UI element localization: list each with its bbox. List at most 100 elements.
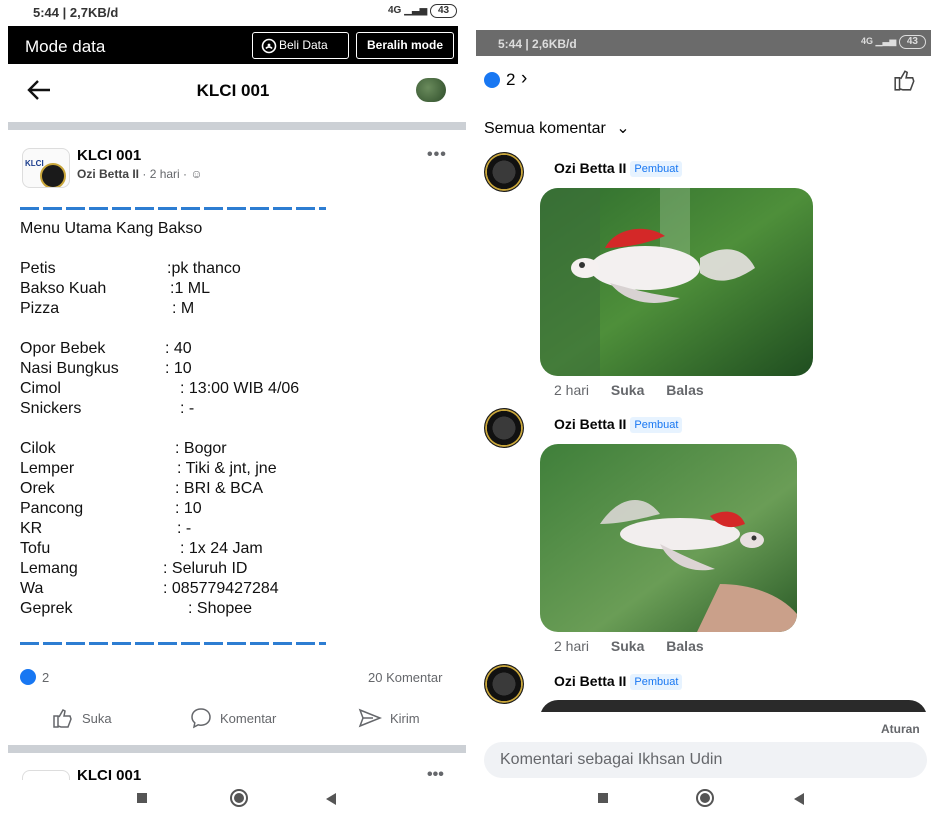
post-meta: Ozi Betta II · 2 hari · ☺ [77,167,203,181]
comment-like-button[interactable]: Suka [611,382,644,398]
menu-row: Tofu: 1x 24 Jam [20,540,263,558]
comment-count[interactable]: 20 Komentar [368,670,442,685]
status-icons: 4G ▁▃▅ 43 [388,4,458,18]
menu-row: Orek: BRI & BCA [20,480,263,498]
battery-icon: 43 [898,35,926,49]
post-screen: 5:44 | 2,7KB/d 4G ▁▃▅ 43 Mode data Beli … [0,0,466,814]
menu-row-key: Pizza [20,300,60,317]
menu-row: Pizza : M [20,300,194,318]
menu-row-key: Wa [20,580,44,597]
comment-author-name: Ozi Betta II [554,673,627,689]
menu-row-key: Tofu [20,540,51,557]
battery-icon: 43 [429,4,458,18]
author-avatar [40,163,66,187]
like-reaction-icon [484,72,500,88]
send-button[interactable]: Kirim [358,708,420,728]
status-bar: 5:44 | 2,6KB/d 4G ▁▃▅ 43 [476,30,931,56]
like-count: 2 [506,70,516,89]
menu-row-value: : Tiki & jnt, jne [177,460,277,477]
back-nav-icon[interactable] [326,793,336,805]
thumbs-up-icon[interactable] [893,68,917,92]
chevron-down-icon: ⌄ [616,120,630,137]
send-label: Kirim [390,711,420,726]
menu-row-key: Cilok [20,440,56,457]
commenter-avatar[interactable] [484,664,524,704]
menu-row: Bakso Kuah:1 ML [20,280,210,298]
menu-row: Lemper: Tiki & jnt, jne [20,460,277,478]
like-button[interactable]: Suka [52,709,112,728]
comment-meta: 2 hari Suka Balas [554,638,722,654]
comment-label: Komentar [220,711,277,726]
menu-row: Lemang: Seluruh ID [20,560,247,578]
menu-row-value: : Seluruh ID [163,560,248,577]
menu-row: Cilok : Bogor [20,440,227,458]
rules-link[interactable]: Aturan [881,722,920,736]
home-icon[interactable] [230,789,248,807]
comment-like-button[interactable]: Suka [611,638,644,654]
comment-sort[interactable]: Semua komentar ⌄ [484,118,630,138]
post-heading: Menu Utama Kang Bakso [20,220,203,237]
menu-row-key: Snickers [20,400,82,417]
post-author[interactable]: Ozi Betta II [77,167,139,181]
menu-row-value: : - [177,520,192,537]
comment-image[interactable] [540,188,813,376]
commenter-avatar[interactable] [484,152,524,192]
more-icon[interactable]: ••• [427,146,447,164]
comment-button[interactable]: Komentar [190,708,277,729]
beli-data-icon [261,38,277,54]
menu-row-key: Cimol [20,380,61,397]
commenter-avatar[interactable] [484,408,524,448]
menu-row-value: : Shopee [188,600,253,617]
status-time: 5:44 | 2,6KB/d [498,37,577,51]
menu-row-key: KR [20,520,43,537]
comment-time: 2 hari [554,638,590,654]
avatar[interactable] [416,78,446,102]
comment-author[interactable]: Ozi Betta II Pembuat [554,416,683,433]
comment-author-name: Ozi Betta II [554,416,627,432]
sort-label: Semua komentar [484,120,606,137]
menu-row-value: : 40 [165,340,192,357]
signal-icon: ▁▃▅ [404,5,428,16]
menu-row-value: : BRI & BCA [175,480,264,497]
group-name[interactable]: KLCI 001 [77,147,141,164]
comment-input[interactable] [484,742,927,778]
comment-image[interactable] [540,444,797,632]
menu-row: Pancong: 10 [20,500,202,518]
menu-row: Geprek: Shopee [20,600,252,618]
chevron-right-icon: › [521,68,528,89]
group-avatar[interactable]: KLCI [22,148,70,188]
status-bar: 5:44 | 2,7KB/d 4G ▁▃▅ 43 [0,0,466,26]
comment-author[interactable]: Ozi Betta II Pembuat [554,160,683,177]
recents-icon[interactable] [137,793,147,803]
comment-icon [191,708,211,729]
menu-row: Opor Bebek : 40 [20,340,192,358]
menu-row-value: : M [172,300,195,317]
recents-icon[interactable] [598,793,608,803]
menu-row-value: : Bogor [175,440,227,457]
post-time: · 2 hari · [142,167,188,181]
beralih-mode-button[interactable]: Beralih mode [356,32,454,59]
menu-row: Nasi Bungkus: 10 [20,360,192,378]
comment-reply-button[interactable]: Balas [666,638,703,654]
page-title: KLCI 001 [196,81,270,100]
like-count: 2 [42,670,50,685]
menu-row-key: Opor Bebek [20,340,106,357]
privacy-icon: ☺ [190,167,203,181]
thumbs-up-icon [53,709,72,728]
back-nav-icon[interactable] [794,793,804,805]
next-post-name: KLCI 001 [77,767,142,781]
home-icon[interactable] [696,789,714,807]
beli-data-label: Beli Data [279,38,328,52]
comment-reply-button[interactable]: Balas [666,382,703,398]
signal-label: 4G [861,36,874,46]
comment-author[interactable]: Ozi Betta II Pembuat [554,673,683,690]
mode-title: Mode data [25,37,106,56]
betta-fish-photo [540,444,797,632]
author-badge: Pembuat [630,161,683,177]
signal-icon: ▁▃▅ [875,36,897,46]
beli-data-button[interactable]: Beli Data [252,32,349,59]
menu-row-value: : 085779427284 [163,580,279,597]
comment-time: 2 hari [554,382,590,398]
android-nav-bar [0,780,466,814]
separator [8,122,466,130]
